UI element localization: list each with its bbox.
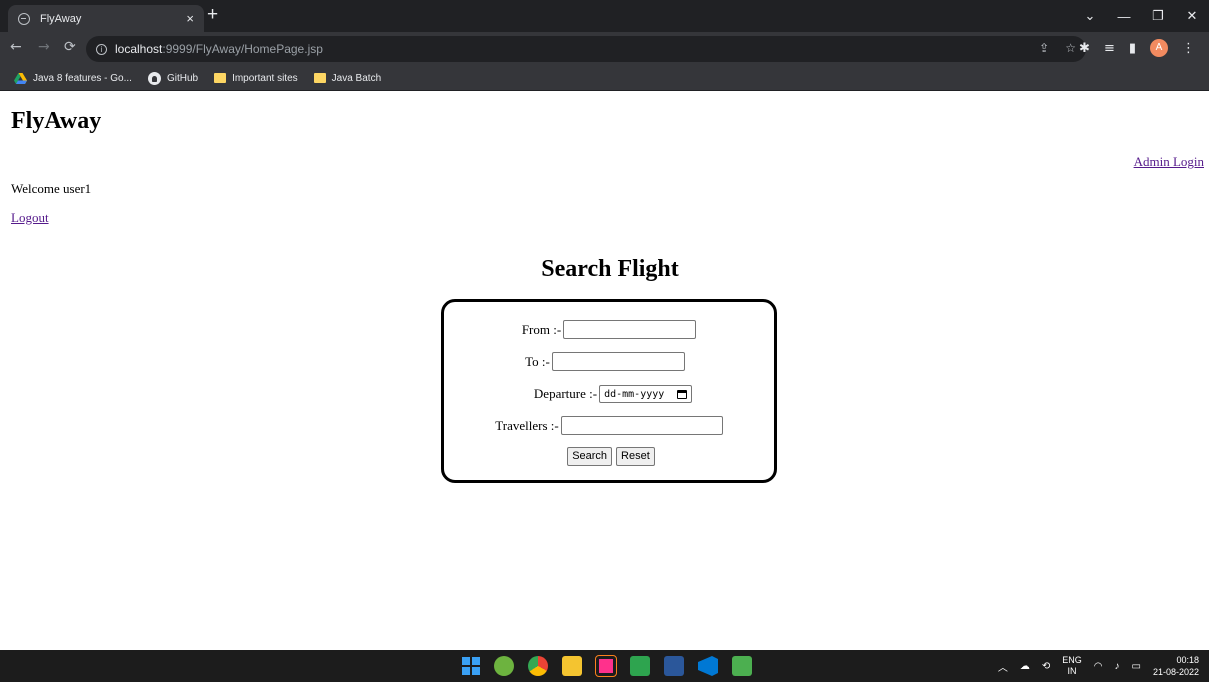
- clock-time: 00:18: [1176, 655, 1199, 665]
- logout-link[interactable]: Logout: [11, 210, 49, 226]
- back-arrow-icon[interactable]: ←: [10, 39, 22, 55]
- intellij-icon[interactable]: [595, 655, 617, 677]
- from-label: From :-: [521, 321, 562, 337]
- tab-title: FlyAway: [40, 12, 82, 25]
- taskbar-apps: [462, 655, 752, 677]
- departure-row: Departure :- dd-mm-yyyy: [448, 385, 778, 403]
- windows-taskbar: ︿ ☁ ⟲ ENG IN ◠ ♪ ▭ 00:18 21-08-2022: [0, 650, 1209, 682]
- folder-icon: [214, 73, 227, 83]
- from-row: From :-: [444, 320, 774, 339]
- info-icon[interactable]: i: [96, 43, 107, 55]
- vscode-icon[interactable]: [698, 656, 718, 676]
- admin-login-link[interactable]: Admin Login: [1134, 154, 1204, 170]
- bookmarks-bar: Java 8 features - Go... GitHub Important…: [0, 66, 1209, 91]
- spring-tool-icon[interactable]: [494, 656, 514, 676]
- profile-avatar[interactable]: A: [1150, 39, 1168, 57]
- calendar-icon[interactable]: [677, 389, 688, 399]
- forward-arrow-icon[interactable]: →: [38, 39, 50, 55]
- departure-date-input[interactable]: dd-mm-yyyy: [599, 385, 693, 403]
- tab-close-button[interactable]: ×: [186, 11, 194, 26]
- window-controls: ⌄ — ❐ ✕: [1073, 0, 1209, 32]
- date-placeholder: dd-mm-yyyy: [604, 388, 665, 400]
- to-row: To :-: [440, 352, 770, 371]
- battery-icon[interactable]: ▭: [1132, 661, 1141, 672]
- bookmark-star-icon[interactable]: ☆: [1065, 41, 1076, 55]
- volume-icon[interactable]: ♪: [1115, 661, 1120, 672]
- to-input[interactable]: [551, 352, 685, 371]
- side-panel-icon[interactable]: ▮: [1129, 41, 1136, 56]
- toolbar-actions: ✱ ≡ ▮ A ⋮: [1079, 39, 1195, 57]
- bookmark-label: Java Batch: [331, 72, 382, 84]
- bookmark-java-batch[interactable]: Java Batch: [313, 72, 382, 84]
- chevron-up-icon[interactable]: ︿: [998, 659, 1008, 674]
- bookmark-java8[interactable]: Java 8 features - Go...: [14, 72, 132, 84]
- github-icon: [147, 71, 161, 85]
- menu-kebab-icon[interactable]: ⋮: [1182, 41, 1195, 56]
- bookmark-label: GitHub: [166, 72, 199, 84]
- welcome-message: Welcome user1: [11, 181, 92, 196]
- reading-list-icon[interactable]: ≡: [1104, 41, 1115, 56]
- network-sync-icon[interactable]: ⟲: [1042, 661, 1050, 672]
- close-window-button[interactable]: ✕: [1175, 8, 1209, 24]
- travellers-input[interactable]: [560, 416, 723, 435]
- extensions-icon[interactable]: ✱: [1079, 41, 1090, 56]
- to-label: To :-: [525, 353, 550, 369]
- search-button[interactable]: Search: [567, 447, 613, 466]
- form-buttons: Search Reset: [446, 447, 776, 466]
- from-input[interactable]: [563, 320, 697, 339]
- word-icon[interactable]: [664, 656, 684, 676]
- bookmark-label: Important sites: [232, 72, 298, 84]
- onedrive-icon[interactable]: ☁: [1020, 661, 1030, 672]
- share-icon[interactable]: ⇪: [1039, 41, 1049, 55]
- notepad-icon[interactable]: [630, 656, 650, 676]
- tab-search-button[interactable]: ⌄: [1073, 8, 1107, 24]
- restore-button[interactable]: ❐: [1141, 8, 1175, 24]
- lang-top: ENG: [1062, 655, 1082, 665]
- language-indicator[interactable]: ENG IN: [1062, 655, 1082, 677]
- browser-tab[interactable]: FlyAway ×: [8, 5, 204, 32]
- wifi-icon[interactable]: ◠: [1094, 661, 1103, 672]
- clock[interactable]: 00:18 21-08-2022: [1153, 654, 1199, 678]
- bookmark-github[interactable]: GitHub: [147, 71, 199, 85]
- reload-icon[interactable]: ⟳: [64, 39, 76, 55]
- search-flight-heading: Search Flight: [541, 256, 679, 282]
- bookmark-important-sites[interactable]: Important sites: [214, 73, 298, 84]
- new-tab-button[interactable]: +: [207, 5, 218, 25]
- system-tray: ︿ ☁ ⟲ ENG IN ◠ ♪ ▭ 00:18 21-08-2022: [998, 654, 1199, 678]
- file-explorer-icon[interactable]: [562, 656, 582, 676]
- address-bar[interactable]: i localhost:9999/FlyAway/HomePage.jsp ⇪ …: [86, 36, 1086, 62]
- browser-tab-bar: FlyAway × + ⌄ — ❐ ✕: [0, 0, 1209, 32]
- travellers-row: Travellers :-: [444, 416, 774, 435]
- departure-label: Departure :-: [533, 386, 598, 401]
- bookmark-label: Java 8 features - Go...: [33, 72, 132, 84]
- search-flight-form: From :- To :- Departure :- dd-mm-yyyy Tr…: [441, 299, 777, 483]
- lang-bottom: IN: [1067, 666, 1077, 676]
- browser-toolbar: ← → ⟳ i localhost:9999/FlyAway/HomePage.…: [0, 32, 1209, 66]
- windows-start-icon[interactable]: [462, 657, 480, 675]
- travellers-label: Travellers :-: [495, 417, 559, 433]
- omnibox-actions: ⇪ ☆: [1039, 41, 1076, 55]
- url-path: :9999/FlyAway/HomePage.jsp: [162, 42, 323, 56]
- app-icon[interactable]: [732, 656, 752, 676]
- clock-date: 21-08-2022: [1152, 667, 1199, 677]
- chrome-icon[interactable]: [528, 656, 548, 676]
- url-host: localhost: [115, 42, 163, 56]
- minimize-button[interactable]: —: [1107, 9, 1141, 24]
- folder-icon: [313, 73, 326, 83]
- globe-icon: [18, 12, 30, 25]
- site-brand-title: FlyAway: [11, 108, 102, 134]
- reset-button[interactable]: Reset: [616, 447, 655, 466]
- drive-icon: [14, 72, 27, 84]
